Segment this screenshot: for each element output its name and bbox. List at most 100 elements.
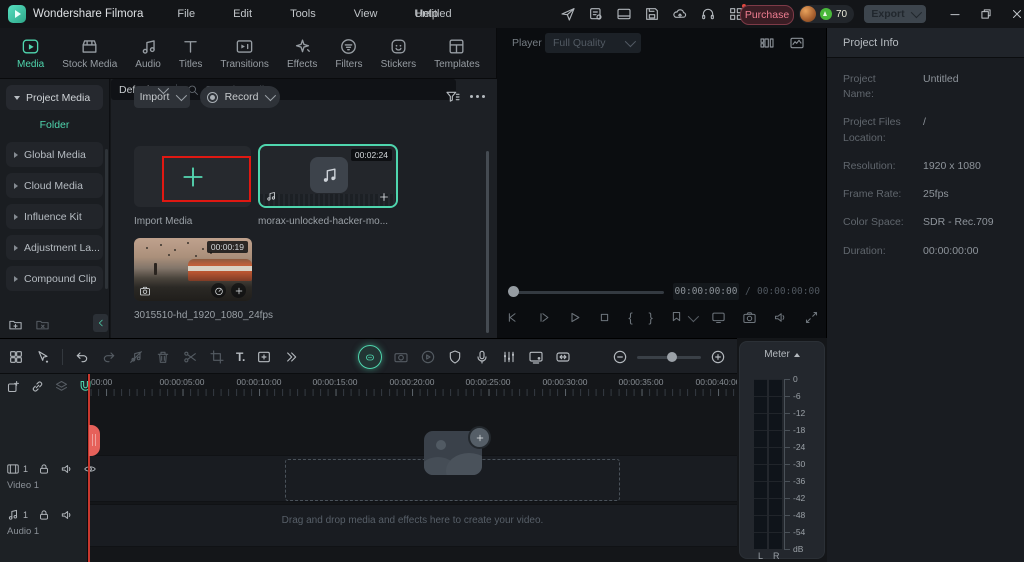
ai-copilot-button[interactable]: [358, 345, 382, 369]
tab-stickers[interactable]: Stickers: [374, 37, 424, 70]
timeline-area[interactable]: 00:00 00:00:05:00 00:00:10:00 00:00:15:0…: [0, 374, 737, 562]
play-button[interactable]: [567, 310, 582, 325]
sidebar-scrollbar[interactable]: [105, 149, 108, 289]
more-tools-icon[interactable]: [283, 349, 299, 365]
timeline-zoom-slider[interactable]: [637, 351, 701, 362]
tab-templates[interactable]: Templates: [427, 37, 487, 70]
crop-button[interactable]: [209, 349, 225, 365]
tab-stock-media[interactable]: Stock Media: [55, 37, 124, 70]
zoom-slider-thumb[interactable]: [667, 351, 677, 362]
playhead-line[interactable]: [88, 374, 90, 562]
sidebar-item-influence-kit[interactable]: Influence Kit: [6, 204, 103, 229]
screen-recorder-icon[interactable]: [528, 349, 544, 365]
menu-view[interactable]: View: [354, 8, 378, 20]
layout-icon[interactable]: [616, 6, 632, 22]
clip-action-icons[interactable]: [211, 283, 246, 298]
tab-titles[interactable]: Titles: [172, 37, 210, 70]
record-button[interactable]: Record: [200, 86, 280, 108]
sidebar-item-cloud-media[interactable]: Cloud Media: [6, 173, 103, 198]
media-scrollbar[interactable]: [486, 151, 489, 333]
filter-icon[interactable]: [445, 89, 461, 105]
scope-icon[interactable]: [789, 35, 805, 51]
project-settings-icon[interactable]: [588, 6, 604, 22]
layers-icon[interactable]: [54, 379, 69, 394]
meter-header[interactable]: Meter: [740, 349, 824, 360]
undo-button[interactable]: [74, 349, 90, 365]
share-icon[interactable]: [560, 6, 576, 22]
delete-folder-icon[interactable]: [35, 317, 50, 332]
zoom-in-icon[interactable]: [710, 349, 726, 365]
restore-button[interactable]: [979, 7, 993, 21]
display-device-button[interactable]: [711, 310, 726, 325]
split-screen-icon[interactable]: [759, 35, 775, 51]
cloud-upload-icon[interactable]: [672, 6, 688, 22]
media-browser-toggle-icon[interactable]: [8, 349, 24, 365]
tab-transitions[interactable]: Transitions: [213, 37, 276, 70]
tab-effects[interactable]: Effects: [280, 37, 324, 70]
mark-in-button[interactable]: {: [628, 311, 632, 324]
speed-ramp-icon[interactable]: [393, 349, 409, 365]
previous-frame-button[interactable]: [505, 310, 520, 325]
add-to-timeline-icon[interactable]: [231, 283, 246, 298]
minimize-button[interactable]: [948, 7, 962, 21]
hide-track-icon[interactable]: [83, 462, 97, 476]
tab-media[interactable]: Media: [10, 37, 51, 70]
support-headset-icon[interactable]: [700, 6, 716, 22]
purchase-button[interactable]: Purchase: [740, 5, 794, 25]
audio-mixer-icon[interactable]: [501, 349, 517, 365]
add-track-icon[interactable]: [6, 379, 21, 394]
quality-dropdown[interactable]: Full Quality: [545, 33, 641, 53]
sidebar-item-project-media[interactable]: Project Media: [6, 85, 103, 110]
new-folder-icon[interactable]: [8, 317, 23, 332]
delete-button[interactable]: [155, 349, 171, 365]
menu-edit[interactable]: Edit: [233, 8, 252, 20]
playhead-handle[interactable]: [89, 425, 100, 456]
fit-timeline-icon[interactable]: [555, 349, 571, 365]
mark-out-button[interactable]: }: [648, 311, 652, 324]
next-frame-button[interactable]: [536, 310, 551, 325]
add-to-timeline-icon[interactable]: [378, 191, 390, 203]
save-icon[interactable]: [644, 6, 660, 22]
seek-thumb[interactable]: [508, 286, 519, 297]
player-seek-bar[interactable]: [512, 291, 664, 294]
sidebar-item-folder[interactable]: Folder: [0, 114, 109, 136]
voiceover-mic-icon[interactable]: [474, 349, 490, 365]
stop-button[interactable]: [597, 310, 612, 325]
sidebar-item-compound-clip[interactable]: Compound Clip: [6, 266, 103, 291]
fullscreen-button[interactable]: [804, 310, 819, 325]
detach-audio-icon[interactable]: [128, 349, 144, 365]
export-button[interactable]: Export: [864, 5, 926, 23]
split-button[interactable]: [182, 349, 198, 365]
redo-button[interactable]: [101, 349, 117, 365]
snapshot-button[interactable]: [742, 310, 757, 325]
select-tool-icon[interactable]: [35, 349, 51, 365]
volume-button[interactable]: [773, 310, 788, 325]
tab-filters[interactable]: Filters: [328, 37, 369, 70]
menu-file[interactable]: File: [177, 8, 195, 20]
lock-track-icon[interactable]: [37, 508, 51, 522]
tab-audio[interactable]: Audio: [128, 37, 168, 70]
zoom-to-frame-icon[interactable]: [256, 349, 272, 365]
sidebar-item-global-media[interactable]: Global Media: [6, 142, 103, 167]
timeline-ruler[interactable]: 00:00 00:00:05:00 00:00:10:00 00:00:15:0…: [88, 374, 737, 396]
more-options-icon[interactable]: [470, 95, 486, 98]
snap-magnet-icon[interactable]: [78, 379, 93, 394]
mute-track-icon[interactable]: [60, 462, 74, 476]
speed-icon[interactable]: [211, 283, 226, 298]
text-tool-button[interactable]: T.: [236, 350, 245, 364]
copyright-shield-icon[interactable]: [447, 349, 463, 365]
zoom-out-icon[interactable]: [612, 349, 628, 365]
preview-render-icon[interactable]: [420, 349, 436, 365]
media-item-video[interactable]: 00:00:19: [134, 238, 252, 301]
collapse-sidebar-button[interactable]: [93, 314, 108, 332]
lock-track-icon[interactable]: [37, 462, 51, 476]
close-button[interactable]: [1010, 7, 1024, 21]
link-clips-icon[interactable]: [30, 379, 45, 394]
sidebar-item-adjustment-layer[interactable]: Adjustment La...: [6, 235, 103, 260]
mute-track-icon[interactable]: [60, 508, 74, 522]
avatar[interactable]: [800, 6, 816, 22]
account-credits[interactable]: 70: [799, 5, 855, 23]
media-item-audio[interactable]: 00:02:24: [258, 144, 398, 208]
marker-button[interactable]: [669, 310, 699, 325]
menu-tools[interactable]: Tools: [290, 8, 316, 20]
